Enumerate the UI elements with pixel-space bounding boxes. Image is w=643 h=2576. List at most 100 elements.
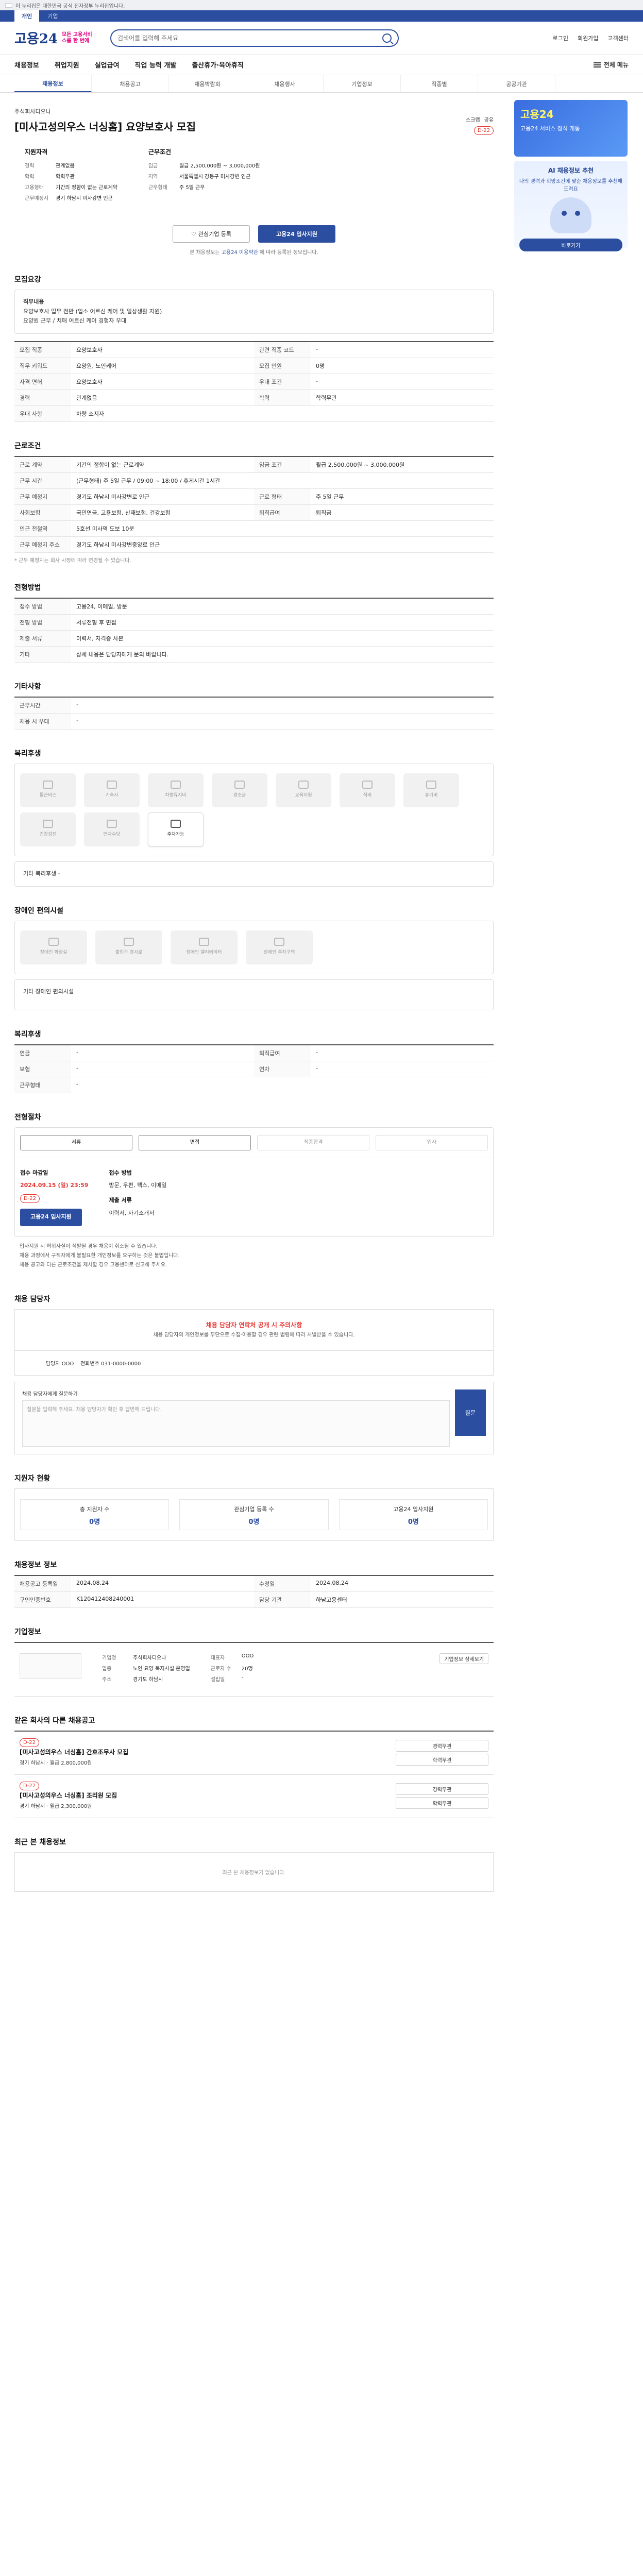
kv-key: 근무형태 xyxy=(148,185,167,191)
subtab-by-job[interactable]: 직종별 xyxy=(401,75,478,92)
facility-label: 장애인 화장실 xyxy=(40,950,67,956)
deadline-dday: D-22 xyxy=(20,1194,40,1204)
kv-key: 주소 xyxy=(102,1677,112,1683)
flag-icon xyxy=(5,3,12,8)
enterprise-detail-button[interactable]: 기업정보 상세보기 xyxy=(439,1653,488,1665)
row-value: (근무형태) 주 5일 근무 / 09:00 ~ 18:00 / 휴게시간 1시… xyxy=(71,472,494,489)
main-nav: 채용정보 취업지원 실업급여 직업 능력 개발 출산휴가·육아휴직 전체 메뉴 xyxy=(0,55,643,75)
row-value: - xyxy=(71,1061,254,1077)
table-row: 구인인증번호 K120412408240001 담당 기관 하남고용센터 xyxy=(14,1591,494,1608)
extra-heading: 기타사항 xyxy=(14,683,41,691)
facility-tile: 통근버스 xyxy=(20,773,76,808)
subtab-events[interactable]: 채용행사 xyxy=(246,75,324,92)
status-apply: 고용24 입사지원 0명 xyxy=(339,1499,488,1531)
sidebar-banner[interactable]: 고용24 고용24 서비스 정식 개통 xyxy=(514,100,628,157)
table-row: 모집 직종 요양보호사 관련 직종 코드 - xyxy=(14,342,494,359)
kv-value: - xyxy=(241,1675,244,1681)
row-value: 2024.08.24 xyxy=(71,1575,254,1592)
inquiry-submit-button[interactable]: 질문 xyxy=(455,1389,486,1436)
row-value: 경기도 하남시 미사강변로 인근 xyxy=(71,488,254,505)
selection-heading: 전형방법 xyxy=(14,584,41,592)
promo-button[interactable]: 바로가기 xyxy=(519,239,622,251)
step-final: 최종합격 xyxy=(257,1134,369,1150)
nav-unemployment[interactable]: 실업급여 xyxy=(95,60,120,70)
subtab-public[interactable]: 공공기관 xyxy=(478,75,555,92)
inquiry-textarea[interactable]: 질문을 입력해 주세요. 채용 담당자가 확인 후 답변해 드립니다. xyxy=(22,1400,450,1447)
row-value: - xyxy=(71,1077,494,1093)
row-key: 우대 조건 xyxy=(254,374,311,391)
favorite-company-button[interactable]: ♡ 관심기업 등록 xyxy=(173,225,250,243)
row-key: 자격 면허 xyxy=(14,374,71,391)
row-key: 기타 xyxy=(14,646,71,663)
subtab-jobs[interactable]: 채용정보 xyxy=(14,75,92,92)
search-icon[interactable] xyxy=(382,33,392,43)
related-item[interactable]: D-22 [미사고성의우스 너싱홈] 조리원 모집 경기 하남시 · 월급 2,30… xyxy=(14,1775,494,1819)
apply-button[interactable]: 고용24 입사지원 xyxy=(258,225,335,243)
kv-key: 임금 xyxy=(148,163,158,169)
nav-leave[interactable]: 출산휴가·육아휴직 xyxy=(192,60,244,70)
nav-jobs[interactable]: 채용정보 xyxy=(14,60,39,70)
all-menu-label: 전체 메뉴 xyxy=(603,61,629,69)
welfare-box: 통근버스 기숙사 차량유지비 경조금 교육지원 식비 휴가비 건강검진 연차수당 주차가능 xyxy=(14,764,494,857)
welfare-extra-value: - xyxy=(58,870,60,877)
subtab-company[interactable]: 기업정보 xyxy=(324,75,401,92)
nav-employment-support[interactable]: 취업지원 xyxy=(55,60,79,70)
table-row: 연금 - 퇴직급여 - xyxy=(14,1044,494,1061)
promo-text: 나의 경력과 희망조건에 맞춘 채용정보를 추천해 드려요 xyxy=(519,179,622,192)
facility-icon xyxy=(43,781,53,789)
status-label: 관심기업 등록 수 xyxy=(234,1506,274,1513)
row-value: 국민연금, 고용보험, 산재보험, 건강보험 xyxy=(71,504,254,521)
tab-individual[interactable]: 개인 xyxy=(14,10,40,22)
login-link[interactable]: 로그인 xyxy=(553,34,568,42)
tab-business[interactable]: 기업 xyxy=(40,10,65,22)
share-button[interactable]: 공유 xyxy=(484,115,494,123)
terms-link[interactable]: 고용24 이용약관 xyxy=(222,250,258,256)
kv-row: 설립일 - xyxy=(211,1675,254,1683)
sub-tabs: 채용정보 채용공고 채용박람회 채용행사 기업정보 직종별 공공기관 xyxy=(0,75,643,93)
subtab-fairs[interactable]: 채용박람회 xyxy=(169,75,246,92)
signup-link[interactable]: 회원가입 xyxy=(578,34,598,42)
title-row: [미사고성의우스 너싱홈] 요양보호사 모집 스크랩 공유 D-22 xyxy=(14,115,494,135)
kv-row: 기업명 주식회사디오나 xyxy=(102,1653,190,1661)
row-key: 우대 사항 xyxy=(14,405,71,422)
company-name[interactable]: 주식회사디오나 xyxy=(14,107,494,115)
contact-warning: 채용 담당자 연락처 공개 시 주의사항 채용 담당자의 개인정보를 무단으로 … xyxy=(14,1309,494,1351)
site-logo[interactable]: 고용24 모든 고용서비스를 한 번에 xyxy=(14,28,93,47)
search-input[interactable] xyxy=(117,34,383,42)
duty-label: 직무내용 xyxy=(23,298,44,305)
terms-note: 본 채용정보는 고용24 이용약관 에 따라 등록된 정보입니다. xyxy=(14,248,494,256)
related-title[interactable]: [미사고성의우스 너싱홈] 조리원 모집 xyxy=(20,1791,396,1800)
row-value: 기간의 정함이 없는 근로계약 xyxy=(71,456,254,473)
kv-key: 설립일 xyxy=(210,1677,225,1683)
nav-training[interactable]: 직업 능력 개발 xyxy=(135,60,177,70)
note-pre: 본 채용정보는 xyxy=(190,250,220,256)
kv-value: 20명 xyxy=(241,1666,253,1672)
method-label: 접수 방법 xyxy=(109,1169,132,1176)
apply-button-2[interactable]: 고용24 입사지원 xyxy=(20,1208,82,1226)
conditions-section: 근로조건 근로 계약 기간의 정함이 없는 근로계약 임금 조건 월급 2,500,0… xyxy=(14,440,494,564)
conditions-table: 근로 계약 기간의 정함이 없는 근로계약 임금 조건 월급 2,500,000원 ~… xyxy=(14,456,494,553)
row-value: 이력서, 자격증 사본 xyxy=(71,630,494,647)
table-row: 근무 예정지 주소 경기도 하남시 미사강변중앙로 인근 xyxy=(14,536,494,553)
related-item[interactable]: D-22 [미사고성의우스 너싱홈] 간호조무사 모집 경기 하남시 · 월급 2,… xyxy=(14,1732,494,1775)
related-main: D-22 [미사고성의우스 너싱홈] 간호조무사 모집 경기 하남시 · 월급 2,… xyxy=(20,1738,396,1766)
enterprise-detail-wrap: 기업정보 상세보기 xyxy=(439,1653,488,1686)
table-row: 채용 시 우대 - xyxy=(14,713,494,730)
subtab-postings[interactable]: 채용공고 xyxy=(92,75,169,92)
row-value: 2024.08.24 xyxy=(311,1575,494,1592)
help-link[interactable]: 고객센터 xyxy=(608,34,629,42)
related-title[interactable]: [미사고성의우스 너싱홈] 간호조무사 모집 xyxy=(20,1748,396,1756)
all-menu-button[interactable]: 전체 메뉴 xyxy=(593,60,629,69)
table-row: 근로 계약 기간의 정함이 없는 근로계약 임금 조건 월급 2,500,000원 ~… xyxy=(14,456,494,473)
kv-key: 기업명 xyxy=(102,1655,116,1662)
bookmark-button[interactable]: 스크랩 xyxy=(466,115,480,123)
row-key: 근무 시간 xyxy=(14,472,71,489)
facility-icon xyxy=(48,938,59,946)
enterprise-section: 기업정보 기업명 주식회사디오나 업종 노인 요양 복지시설 운영업 주소 경기도 하남시… xyxy=(14,1626,494,1697)
process-steps: 서류 면접 최종합격 입사 xyxy=(15,1128,493,1158)
facility-icon xyxy=(426,781,436,789)
row-value: K120412408240001 xyxy=(71,1591,254,1608)
row-value: 0명 xyxy=(311,358,494,375)
recruit-table: 모집 직종 요양보호사 관련 직종 코드 - 직무 키워드 요양원, 노인케어 모집 인원 0… xyxy=(14,341,494,422)
selection-table: 접수 방법 고용24, 이메일, 방문 전형 방법 서류전형 후 면접 제출 서류 이력서… xyxy=(14,598,494,663)
